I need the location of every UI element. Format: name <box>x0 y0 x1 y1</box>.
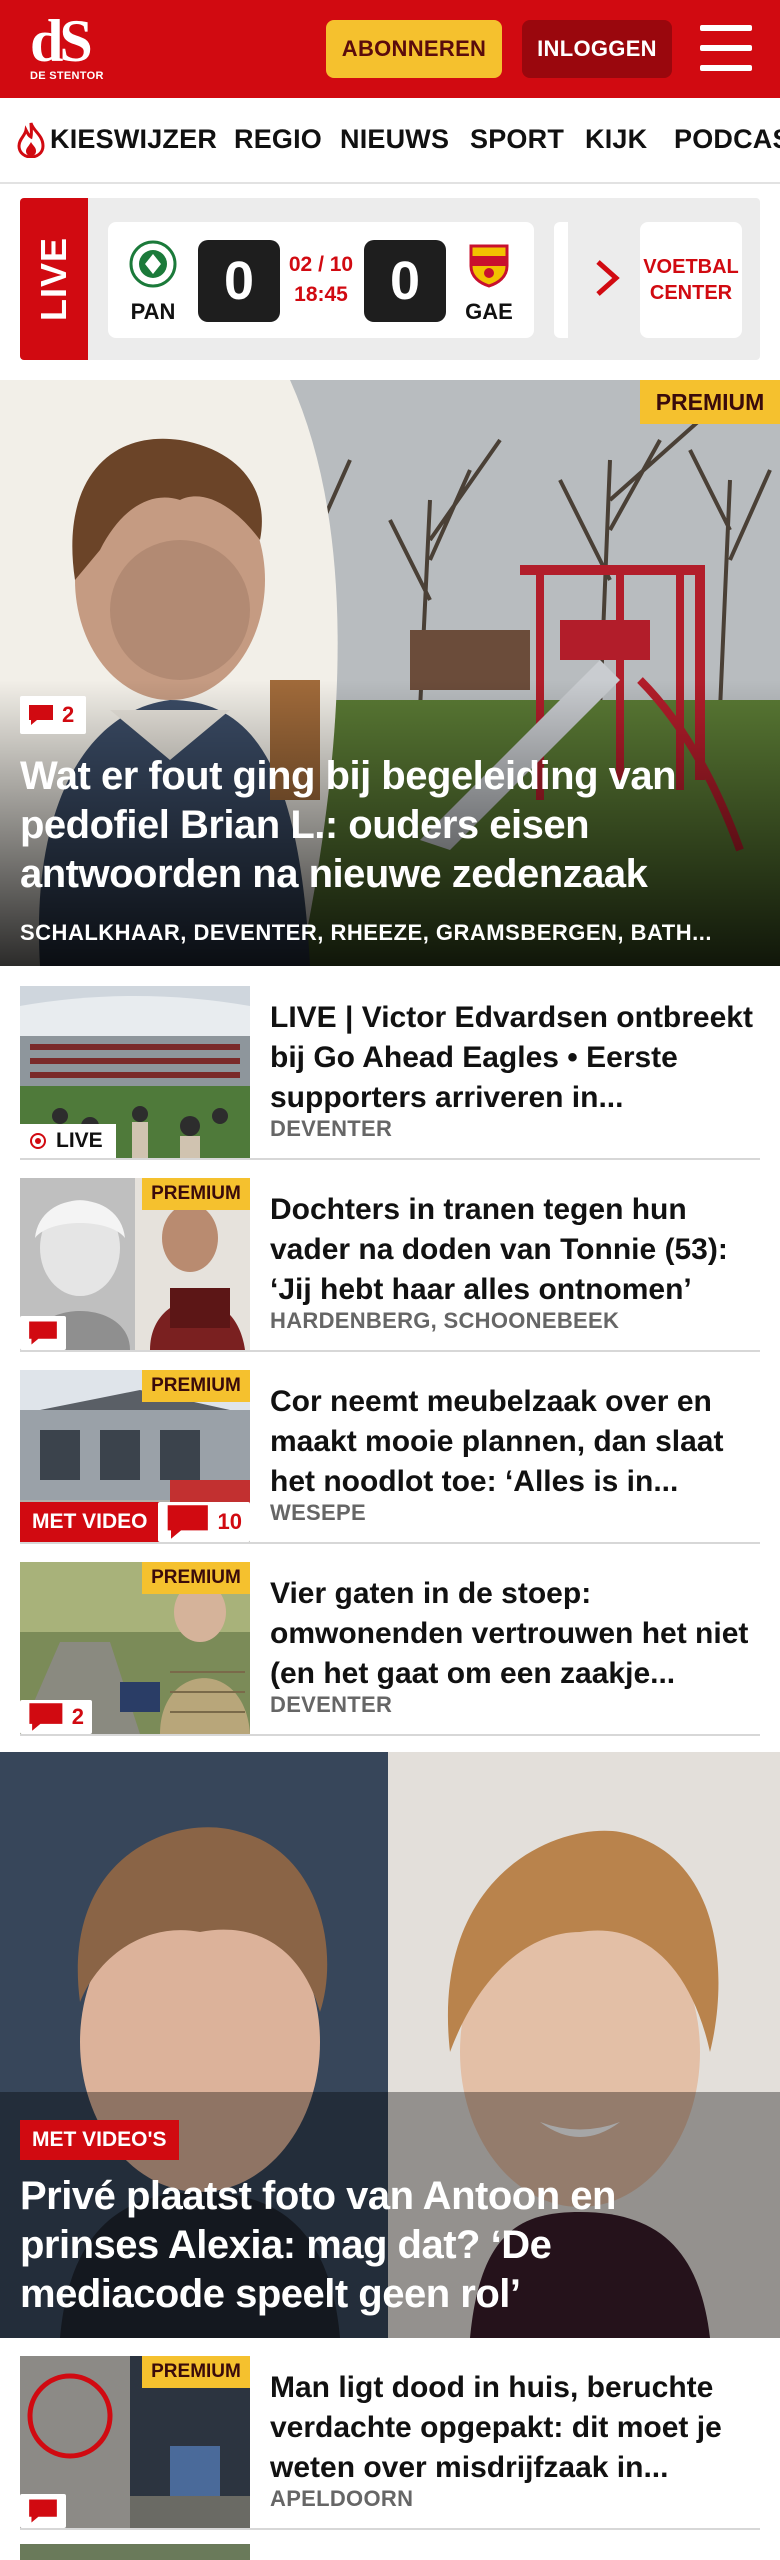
menu-icon[interactable] <box>700 25 752 71</box>
comment-badge <box>20 1316 66 1350</box>
hero-title[interactable]: Wat er fout ging bij begeleiding van ped… <box>20 752 760 899</box>
article-title[interactable]: Vier gaten in de stoep: omwonenden vertr… <box>270 1574 760 1694</box>
flame-icon <box>17 122 45 158</box>
top-bar: dS DE STENTOR ABONNEREN INLOGGEN <box>0 0 780 98</box>
article-thumbnail: PREMIUM <box>20 2356 250 2528</box>
hero-location: SCHALKHAAR, DEVENTER, RHEEZE, GRAMSBERGE… <box>20 920 712 945</box>
premium-badge: PREMIUM <box>142 2356 250 2388</box>
nav-item-sport[interactable]: SPORT <box>470 124 564 155</box>
live-badge: LIVE <box>20 1124 116 1158</box>
article-thumbnail: PREMIUM <box>20 1178 250 1350</box>
comment-icon <box>29 1703 63 1731</box>
away-club: GAE <box>454 240 524 325</box>
comment-icon <box>29 705 53 725</box>
comment-icon <box>167 1505 208 1539</box>
match-date: 02 / 10 <box>288 253 354 276</box>
home-crest-icon <box>129 240 177 288</box>
article-thumbnail <box>20 2544 250 2560</box>
premium-badge: PREMIUM <box>640 380 780 424</box>
home-code: PAN <box>130 299 176 324</box>
article-thumbnail: PREMIUM MET VIDEO 10 <box>20 1370 250 1542</box>
comment-count-badge: 2 <box>20 1700 92 1734</box>
live-badge-label: LIVE <box>56 1129 103 1152</box>
comment-count-badge: 10 <box>158 1502 250 1542</box>
logo-subtitle: DE STENTOR <box>30 70 104 82</box>
away-score: 0 <box>364 240 446 322</box>
list-item[interactable]: PREMIUM Dochters in tranen tegen hun vad… <box>20 1178 760 1352</box>
list-item[interactable]: PREMIUM 2 Vier gaten in de stoep: omwone… <box>20 1562 760 1736</box>
video-badge: MET VIDEO'S <box>20 2120 179 2160</box>
list-item[interactable]: PREMIUM Man ligt dood in huis, beruchte … <box>20 2356 760 2530</box>
video-badge: MET VIDEO <box>20 1502 160 1542</box>
premium-badge: PREMIUM <box>142 1178 250 1210</box>
comment-count: 2 <box>71 1704 84 1729</box>
premium-badge: PREMIUM <box>142 1370 250 1402</box>
article-location: WESEPE <box>270 1500 366 1525</box>
live-dot-icon <box>30 1133 46 1149</box>
list-item[interactable]: PREMIUM MET VIDEO 10 Cor neemt meubelzaa… <box>20 1370 760 1544</box>
article-title[interactable]: Dochters in tranen tegen hun vader na do… <box>270 1190 760 1310</box>
away-crest-icon <box>469 244 509 288</box>
article-title[interactable]: LIVE | Victor Edvardsen ontbreekt bij Go… <box>270 998 760 1118</box>
article-location: DEVENTER <box>270 1692 393 1717</box>
list-item[interactable]: LIVE LIVE | Victor Edvardsen ontbreekt b… <box>20 986 760 1160</box>
article-title[interactable]: Cor neemt meubelzaak over en maakt mooie… <box>270 1382 760 1502</box>
away-code: GAE <box>465 299 513 324</box>
live-scores: LIVE PAN 0 02 / 10 18:45 0 GAE VOETBAL C… <box>20 198 760 360</box>
article-location: HARDENBERG, SCHOONEBEEK <box>270 1308 620 1333</box>
comment-icon <box>29 1321 57 1345</box>
subscribe-button[interactable]: ABONNEREN <box>326 20 502 78</box>
comment-count: 10 <box>217 1509 242 1534</box>
main-nav: KIESWIJZER REGIO NIEUWS SPORT KIJK PODCA… <box>0 98 780 184</box>
voetbal-center-link[interactable]: VOETBAL CENTER <box>640 222 742 338</box>
next-match-card[interactable] <box>554 222 568 338</box>
site-logo[interactable]: dS DE STENTOR <box>30 8 110 86</box>
home-score: 0 <box>198 240 280 322</box>
nav-item-regio[interactable]: REGIO <box>234 124 322 155</box>
comment-count: 2 <box>62 702 75 727</box>
article-title[interactable]: Man ligt dood in huis, beruchte verdacht… <box>270 2368 760 2488</box>
match-time: 18:45 <box>294 283 348 306</box>
hero-2-title[interactable]: Privé plaatst foto van Antoon en prinses… <box>20 2172 760 2319</box>
live-tag: LIVE <box>20 198 88 360</box>
article-location: APELDOORN <box>270 2486 414 2511</box>
logo-mark: dS <box>30 8 93 74</box>
login-button[interactable]: INLOGGEN <box>522 20 672 78</box>
article-thumbnail: PREMIUM 2 <box>20 1562 250 1734</box>
match-datetime: 02 / 10 18:45 <box>280 250 362 310</box>
match-card[interactable]: PAN 0 02 / 10 18:45 0 GAE <box>108 222 534 338</box>
chevron-right-icon[interactable] <box>592 258 622 298</box>
hero-article-2[interactable]: MET VIDEO'S Privé plaatst foto van Antoo… <box>0 1752 780 2338</box>
nav-item-nieuws[interactable]: NIEUWS <box>340 124 449 155</box>
comment-badge <box>20 2494 66 2528</box>
hero-article[interactable]: PREMIUM 2 Wat er fout ging bij begeleidi… <box>0 380 780 966</box>
home-club: PAN <box>118 240 188 325</box>
article-location: DEVENTER <box>270 1116 393 1141</box>
article-thumbnail: LIVE <box>20 986 250 1158</box>
comment-icon <box>29 2499 57 2523</box>
list-item-partial[interactable] <box>20 2544 760 2560</box>
nav-item-kieswijzer[interactable]: KIESWIJZER <box>50 124 217 155</box>
nav-item-podcast[interactable]: PODCAS <box>674 124 780 155</box>
comment-count-badge: 2 <box>20 696 86 734</box>
premium-badge: PREMIUM <box>142 1562 250 1594</box>
nav-item-kijk[interactable]: KIJK <box>585 124 647 155</box>
